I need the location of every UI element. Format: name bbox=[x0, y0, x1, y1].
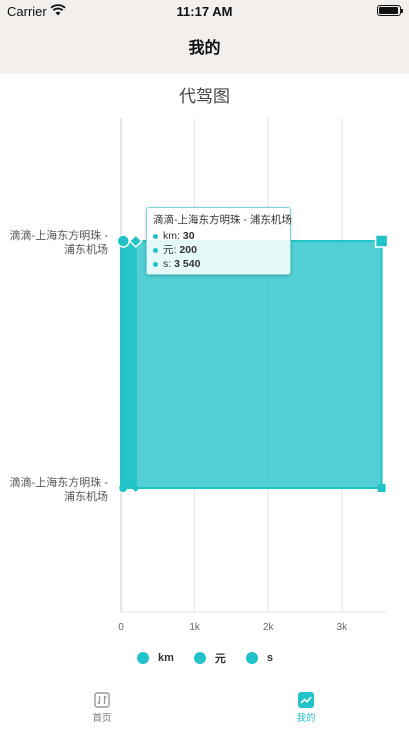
data-point-s bbox=[374, 234, 389, 248]
y-category-label-line: 滴滴-上海东方明珠 - bbox=[9, 230, 108, 242]
tooltip-dot bbox=[153, 233, 158, 239]
tab-bar: 首页 我的 bbox=[0, 686, 409, 731]
y-category-label: 滴滴-上海东方明珠 - 浦东机场 bbox=[0, 229, 108, 257]
tooltip-dot bbox=[153, 261, 158, 267]
tooltip-title: 滴滴-上海东方明珠 - 浦东机场 bbox=[153, 214, 292, 226]
x-tick-label: 1k bbox=[189, 622, 201, 633]
home-list-icon bbox=[94, 692, 110, 708]
legend-item-km[interactable]: km bbox=[137, 650, 174, 666]
y-category-label-line: 浦东机场 bbox=[64, 244, 108, 256]
tab-mine-label: 我的 bbox=[296, 713, 316, 724]
y-category-label: 滴滴-上海东方明珠 - 浦东机场 bbox=[0, 476, 108, 504]
tooltip-row-km: km:30 bbox=[153, 229, 284, 243]
tooltip-row-s: s:3 540 bbox=[153, 257, 284, 271]
x-tick-label: 3k bbox=[337, 622, 349, 633]
tab-home-label: 首页 bbox=[92, 713, 112, 724]
legend-swatch bbox=[137, 652, 149, 664]
data-point-s bbox=[377, 484, 386, 492]
legend-swatch bbox=[193, 652, 206, 664]
area-km bbox=[120, 240, 125, 489]
data-point-km bbox=[119, 484, 128, 492]
x-tick-label: 0 bbox=[118, 622, 124, 633]
tooltip-row-yuan: 元:200 bbox=[153, 243, 284, 257]
chart-legend: km 元 s bbox=[137, 650, 293, 666]
y-category-label-line: 滴滴-上海东方明珠 - bbox=[9, 477, 108, 489]
area-s bbox=[120, 240, 383, 489]
area-chart: 0 1k 2k 3k bbox=[116, 118, 389, 633]
data-point-km bbox=[116, 234, 130, 248]
chart-tooltip: 滴滴-上海东方明珠 - 浦东机场 km:30 元:200 s:3 540 bbox=[146, 207, 292, 275]
legend-swatch bbox=[245, 652, 258, 664]
x-tick-label: 2k bbox=[263, 622, 275, 633]
legend-item-s[interactable]: s bbox=[245, 650, 273, 666]
chart-icon bbox=[298, 692, 314, 708]
y-category-label-line: 浦东机场 bbox=[64, 491, 108, 503]
tab-mine[interactable]: 我的 bbox=[256, 686, 356, 731]
legend-item-yuan[interactable]: 元 bbox=[193, 650, 226, 666]
tooltip-dot bbox=[153, 247, 158, 253]
tab-home[interactable]: 首页 bbox=[52, 686, 152, 731]
